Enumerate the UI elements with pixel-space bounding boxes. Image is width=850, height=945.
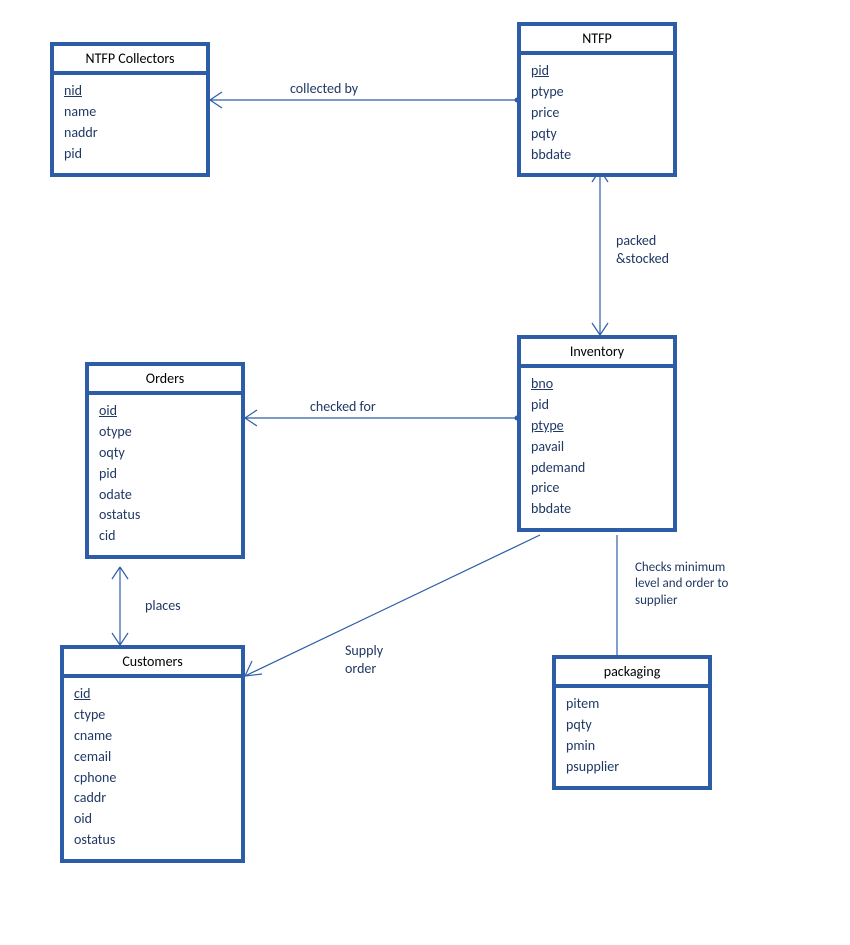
entity-customers: Customers cid ctype cname cemail cphone … <box>60 645 245 863</box>
rel-supply-order: Supply order <box>345 642 383 677</box>
rel-places: places <box>145 597 181 615</box>
attr-bbdate: bbdate <box>531 145 663 166</box>
attr-caddr: caddr <box>74 788 231 809</box>
attr-nid: nid <box>64 81 196 102</box>
attr-oid: oid <box>74 809 231 830</box>
attr-bbdate: bbdate <box>531 499 663 520</box>
entity-attrs: nid name naddr pid <box>54 75 206 173</box>
attr-cphone: cphone <box>74 768 231 789</box>
entity-title: Customers <box>64 649 241 678</box>
attr-pitem: pitem <box>566 694 698 715</box>
attr-pid: pid <box>64 144 196 165</box>
attr-pavail: pavail <box>531 437 663 458</box>
entity-attrs: bno pid ptype pavail pdemand price bbdat… <box>521 368 673 528</box>
attr-pqty: pqty <box>566 715 698 736</box>
attr-oqty: oqty <box>99 443 231 464</box>
attr-bno: bno <box>531 374 663 395</box>
attr-cid: cid <box>74 684 231 705</box>
entity-attrs: oid otype oqty pid odate ostatus cid <box>89 395 241 555</box>
entity-title: packaging <box>556 659 708 688</box>
attr-pid: pid <box>531 395 663 416</box>
entity-title: Orders <box>89 366 241 395</box>
rel-packed-stocked: packed &stocked <box>616 232 669 267</box>
attr-cemail: cemail <box>74 747 231 768</box>
entity-title: Inventory <box>521 339 673 368</box>
attr-oid: oid <box>99 401 231 422</box>
attr-cid: cid <box>99 526 231 547</box>
entity-packaging: packaging pitem pqty pmin psupplier <box>552 655 712 790</box>
attr-pmin: pmin <box>566 736 698 757</box>
attr-price: price <box>531 478 663 499</box>
rel-checks-minimum: Checks minimum level and order to suppli… <box>635 560 731 609</box>
attr-pid: pid <box>99 464 231 485</box>
entity-attrs: cid ctype cname cemail cphone caddr oid … <box>64 678 241 859</box>
entity-orders: Orders oid otype oqty pid odate ostatus … <box>85 362 245 559</box>
entity-title: NTFP <box>521 26 673 55</box>
rel-collected-by: collected by <box>290 80 358 98</box>
attr-otype: otype <box>99 422 231 443</box>
attr-name: name <box>64 102 196 123</box>
entity-ntfp-collectors: NTFP Collectors nid name naddr pid <box>50 42 210 177</box>
entity-attrs: pid ptype price pqty bbdate <box>521 55 673 173</box>
attr-ostatus: ostatus <box>74 830 231 851</box>
attr-price: price <box>531 103 663 124</box>
attr-ptype: ptype <box>531 416 663 437</box>
attr-pqty: pqty <box>531 124 663 145</box>
rel-checked-for: checked for <box>310 398 376 416</box>
attr-cname: cname <box>74 726 231 747</box>
entity-title: NTFP Collectors <box>54 46 206 75</box>
attr-ostatus: ostatus <box>99 505 231 526</box>
attr-naddr: naddr <box>64 123 196 144</box>
entity-ntfp: NTFP pid ptype price pqty bbdate <box>517 22 677 177</box>
attr-ctype: ctype <box>74 705 231 726</box>
attr-pid: pid <box>531 61 663 82</box>
attr-odate: odate <box>99 485 231 506</box>
attr-psupplier: psupplier <box>566 757 698 778</box>
er-diagram: NTFP Collectors nid name naddr pid NTFP … <box>0 0 850 945</box>
entity-attrs: pitem pqty pmin psupplier <box>556 688 708 786</box>
entity-inventory: Inventory bno pid ptype pavail pdemand p… <box>517 335 677 532</box>
attr-ptype: ptype <box>531 82 663 103</box>
attr-pdemand: pdemand <box>531 458 663 479</box>
